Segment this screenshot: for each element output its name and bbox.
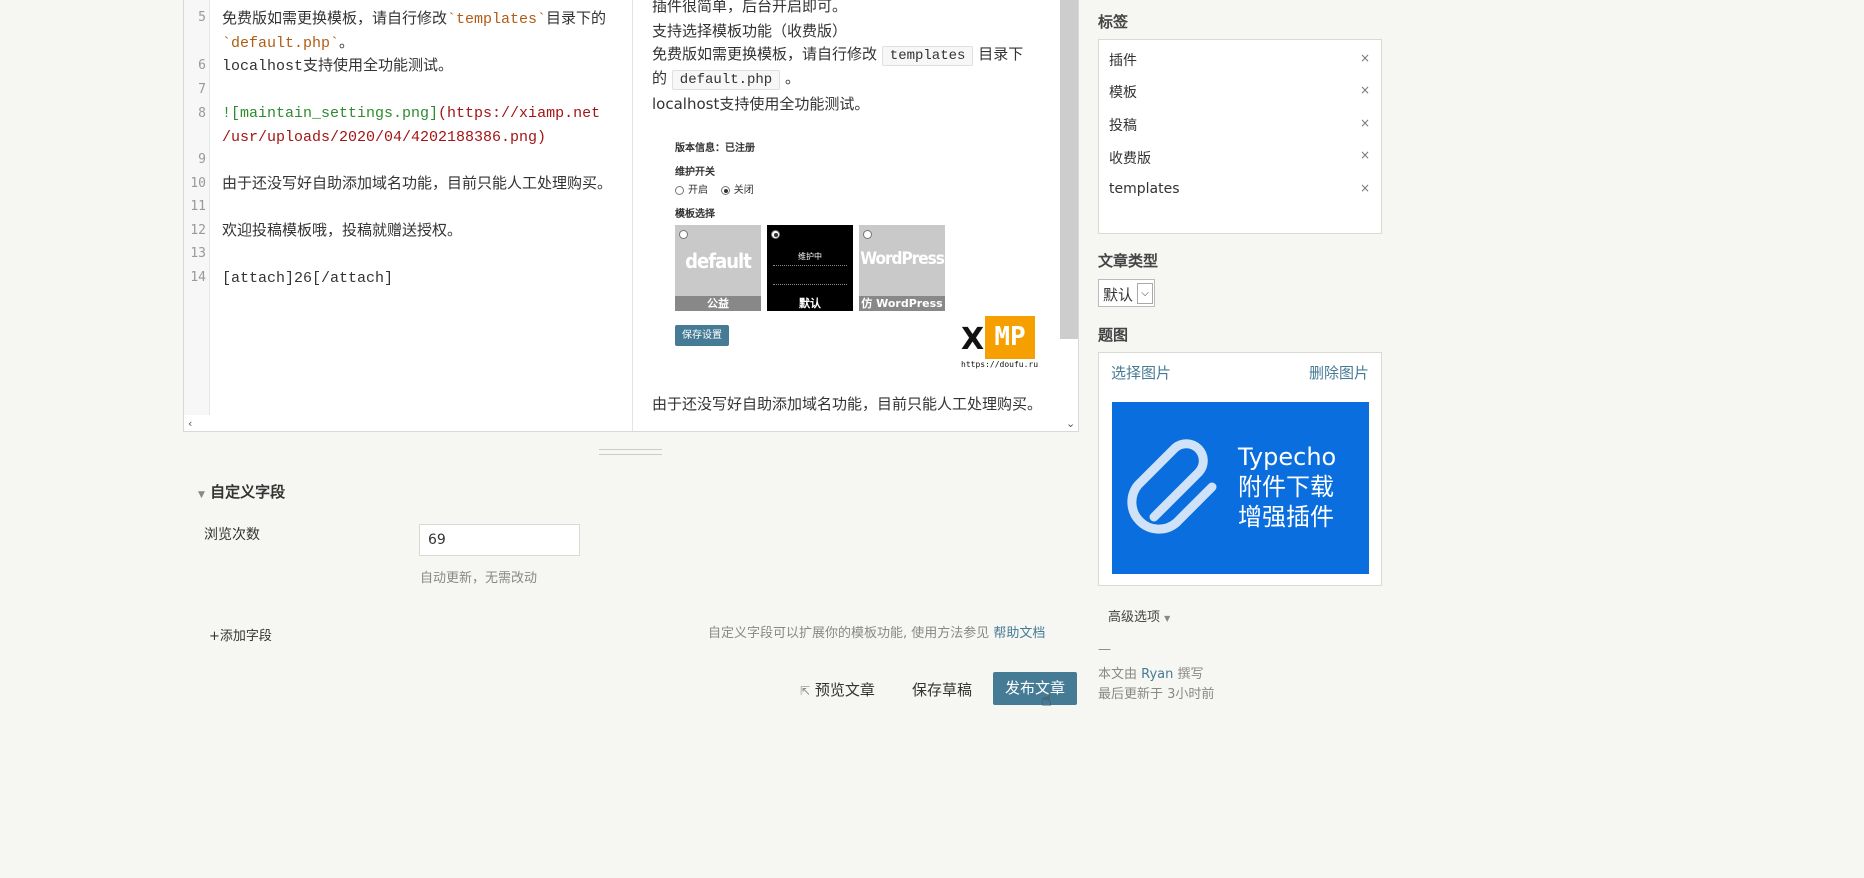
remove-tag-icon[interactable]: ×: [1360, 116, 1370, 130]
scroll-left-icon[interactable]: ‹: [188, 417, 192, 430]
preview-text: 支持选择模板功能（收费版）: [652, 22, 848, 40]
tag-item: 模板: [1109, 85, 1137, 101]
code-line[interactable]: 由于还没写好自助添加域名功能，目前只能人工处理购买。: [222, 173, 612, 196]
preview-text: 由于还没写好自助添加域名功能，目前只能人工处理购买。: [652, 395, 1043, 413]
tags-title: 标签: [1098, 13, 1129, 31]
remove-tag-icon[interactable]: ×: [1360, 148, 1370, 162]
author-info: 本文由 Ryan 撰写: [1098, 667, 1204, 682]
line-number: 11: [190, 199, 206, 214]
code-line[interactable]: ![maintain_settings.png](https://xiamp.n…: [222, 102, 600, 125]
views-input[interactable]: 69: [419, 524, 580, 556]
preview-text: 免费版如需更换模板，请自行修改 templates 目录下: [652, 45, 1024, 66]
tag-item: 投稿: [1109, 118, 1137, 134]
save-draft-button[interactable]: 保存草稿: [912, 679, 972, 700]
chevron-down-icon: ⌵: [1137, 283, 1153, 304]
last-updated: 最后更新于 3小时前: [1098, 687, 1215, 702]
embedded-screenshot: 版本信息：已注册 维护开关 开启 关闭 模板选择 default 公益 维护中 默认…: [675, 129, 1045, 369]
publish-button[interactable]: 发布文章: [993, 672, 1077, 705]
caret-down-icon: ▼: [1164, 614, 1171, 623]
line-number: 5: [198, 10, 206, 25]
tags-box[interactable]: 插件 × 模板 × 投稿 × 收费版 × templates ×: [1098, 39, 1382, 234]
code-line[interactable]: 欢迎投稿模板哦，投稿就赠送授权。: [222, 220, 462, 243]
preview-text: localhost支持使用全功能测试。: [652, 95, 870, 113]
scroll-down-icon[interactable]: ⌄: [1066, 417, 1075, 430]
line-number-gutter: 5 6 7 8 9 10 11 12 13 14: [184, 0, 210, 415]
hand-cursor-icon: ☝: [1041, 690, 1052, 711]
save-settings-button: 保存设置: [675, 325, 729, 346]
line-number: 12: [190, 223, 206, 238]
remove-tag-icon[interactable]: ×: [1360, 83, 1370, 97]
template-tile: WordPress 仿 WordPress: [859, 225, 945, 311]
line-number: 6: [198, 58, 206, 73]
banner-text: Typecho 附件下载 增强插件: [1238, 443, 1337, 531]
preview-text: 插件很简单，后台开启即可。: [652, 0, 848, 15]
tag-item: templates: [1109, 181, 1180, 197]
post-type-title: 文章类型: [1098, 252, 1159, 270]
template-tile: 维护中 默认: [767, 225, 853, 311]
line-number: 7: [198, 82, 206, 97]
divider-dash: —: [1098, 642, 1111, 657]
preview-post-button[interactable]: ⇱ 预览文章: [800, 679, 875, 700]
code-line[interactable]: 免费版如需更换模板，请自行修改`templates`目录下的: [222, 7, 606, 31]
custom-fields-toggle[interactable]: ▼ 自定义字段: [198, 481, 285, 502]
line-number: 10: [190, 176, 206, 191]
remove-tag-icon[interactable]: ×: [1360, 51, 1370, 65]
markdown-preview: 插件很简单，后台开启即可。 支持选择模板功能（收费版） 免费版如需更换模板，请自…: [632, 0, 1060, 431]
line-number: 13: [190, 246, 206, 261]
vertical-scrollbar[interactable]: [1060, 0, 1078, 339]
post-type-select[interactable]: 默认 ⌵: [1098, 279, 1155, 307]
add-field-button[interactable]: +添加字段: [209, 625, 272, 644]
advanced-options-toggle[interactable]: 高级选项 ▼: [1108, 606, 1170, 625]
maintain-switch-label: 维护开关: [675, 167, 715, 178]
radio-checked-icon: [720, 185, 730, 195]
editor-resize-handle[interactable]: [599, 449, 662, 455]
code-line[interactable]: localhost支持使用全功能测试。: [222, 55, 453, 78]
line-number: 14: [190, 270, 206, 285]
select-image-link[interactable]: 选择图片: [1111, 362, 1171, 383]
tag-item: 插件: [1109, 53, 1137, 69]
template-select-label: 模板选择: [675, 209, 715, 220]
delete-image-link[interactable]: 删除图片: [1309, 362, 1369, 383]
radio-icon: [675, 185, 684, 195]
views-hint: 自动更新，无需改动: [420, 571, 538, 586]
line-number: 9: [198, 152, 206, 167]
cover-image-box: 选择图片 删除图片 Typecho 附件下载 增强插件: [1098, 352, 1382, 586]
preview-text: 的 default.php 。: [652, 69, 801, 90]
caret-down-icon: ▼: [198, 490, 205, 500]
line-number: 8: [198, 106, 206, 121]
markdown-editor[interactable]: 5 6 7 8 9 10 11 12 13 14 免费版如需更换模板，请自行修改…: [183, 0, 1079, 432]
external-link-icon: ⇱: [800, 684, 811, 698]
help-doc-link[interactable]: 帮助文档: [993, 626, 1045, 641]
custom-fields-desc: 自定义字段可以扩展你的模板功能, 使用方法参见 帮助文档: [708, 626, 1046, 641]
cover-image-title: 题图: [1098, 326, 1129, 344]
author-link[interactable]: Ryan: [1141, 667, 1173, 682]
version-info: 版本信息：已注册: [675, 143, 755, 154]
maintain-radio-group: 开启 关闭: [675, 181, 754, 196]
code-line[interactable]: `default.php`。: [222, 31, 354, 55]
tag-item: 收费版: [1109, 151, 1151, 167]
template-tile: default 公益: [675, 225, 761, 311]
code-line[interactable]: /usr/uploads/2020/04/4202188386.png): [222, 126, 546, 149]
paperclip-icon: [1127, 439, 1217, 534]
code-line[interactable]: [attach]26[/attach]: [222, 267, 393, 290]
remove-tag-icon[interactable]: ×: [1360, 181, 1370, 195]
cover-image: Typecho 附件下载 增强插件: [1112, 402, 1369, 574]
views-label: 浏览次数: [204, 527, 260, 543]
xmp-logo: X MP https://doufu.ru: [961, 316, 1038, 369]
